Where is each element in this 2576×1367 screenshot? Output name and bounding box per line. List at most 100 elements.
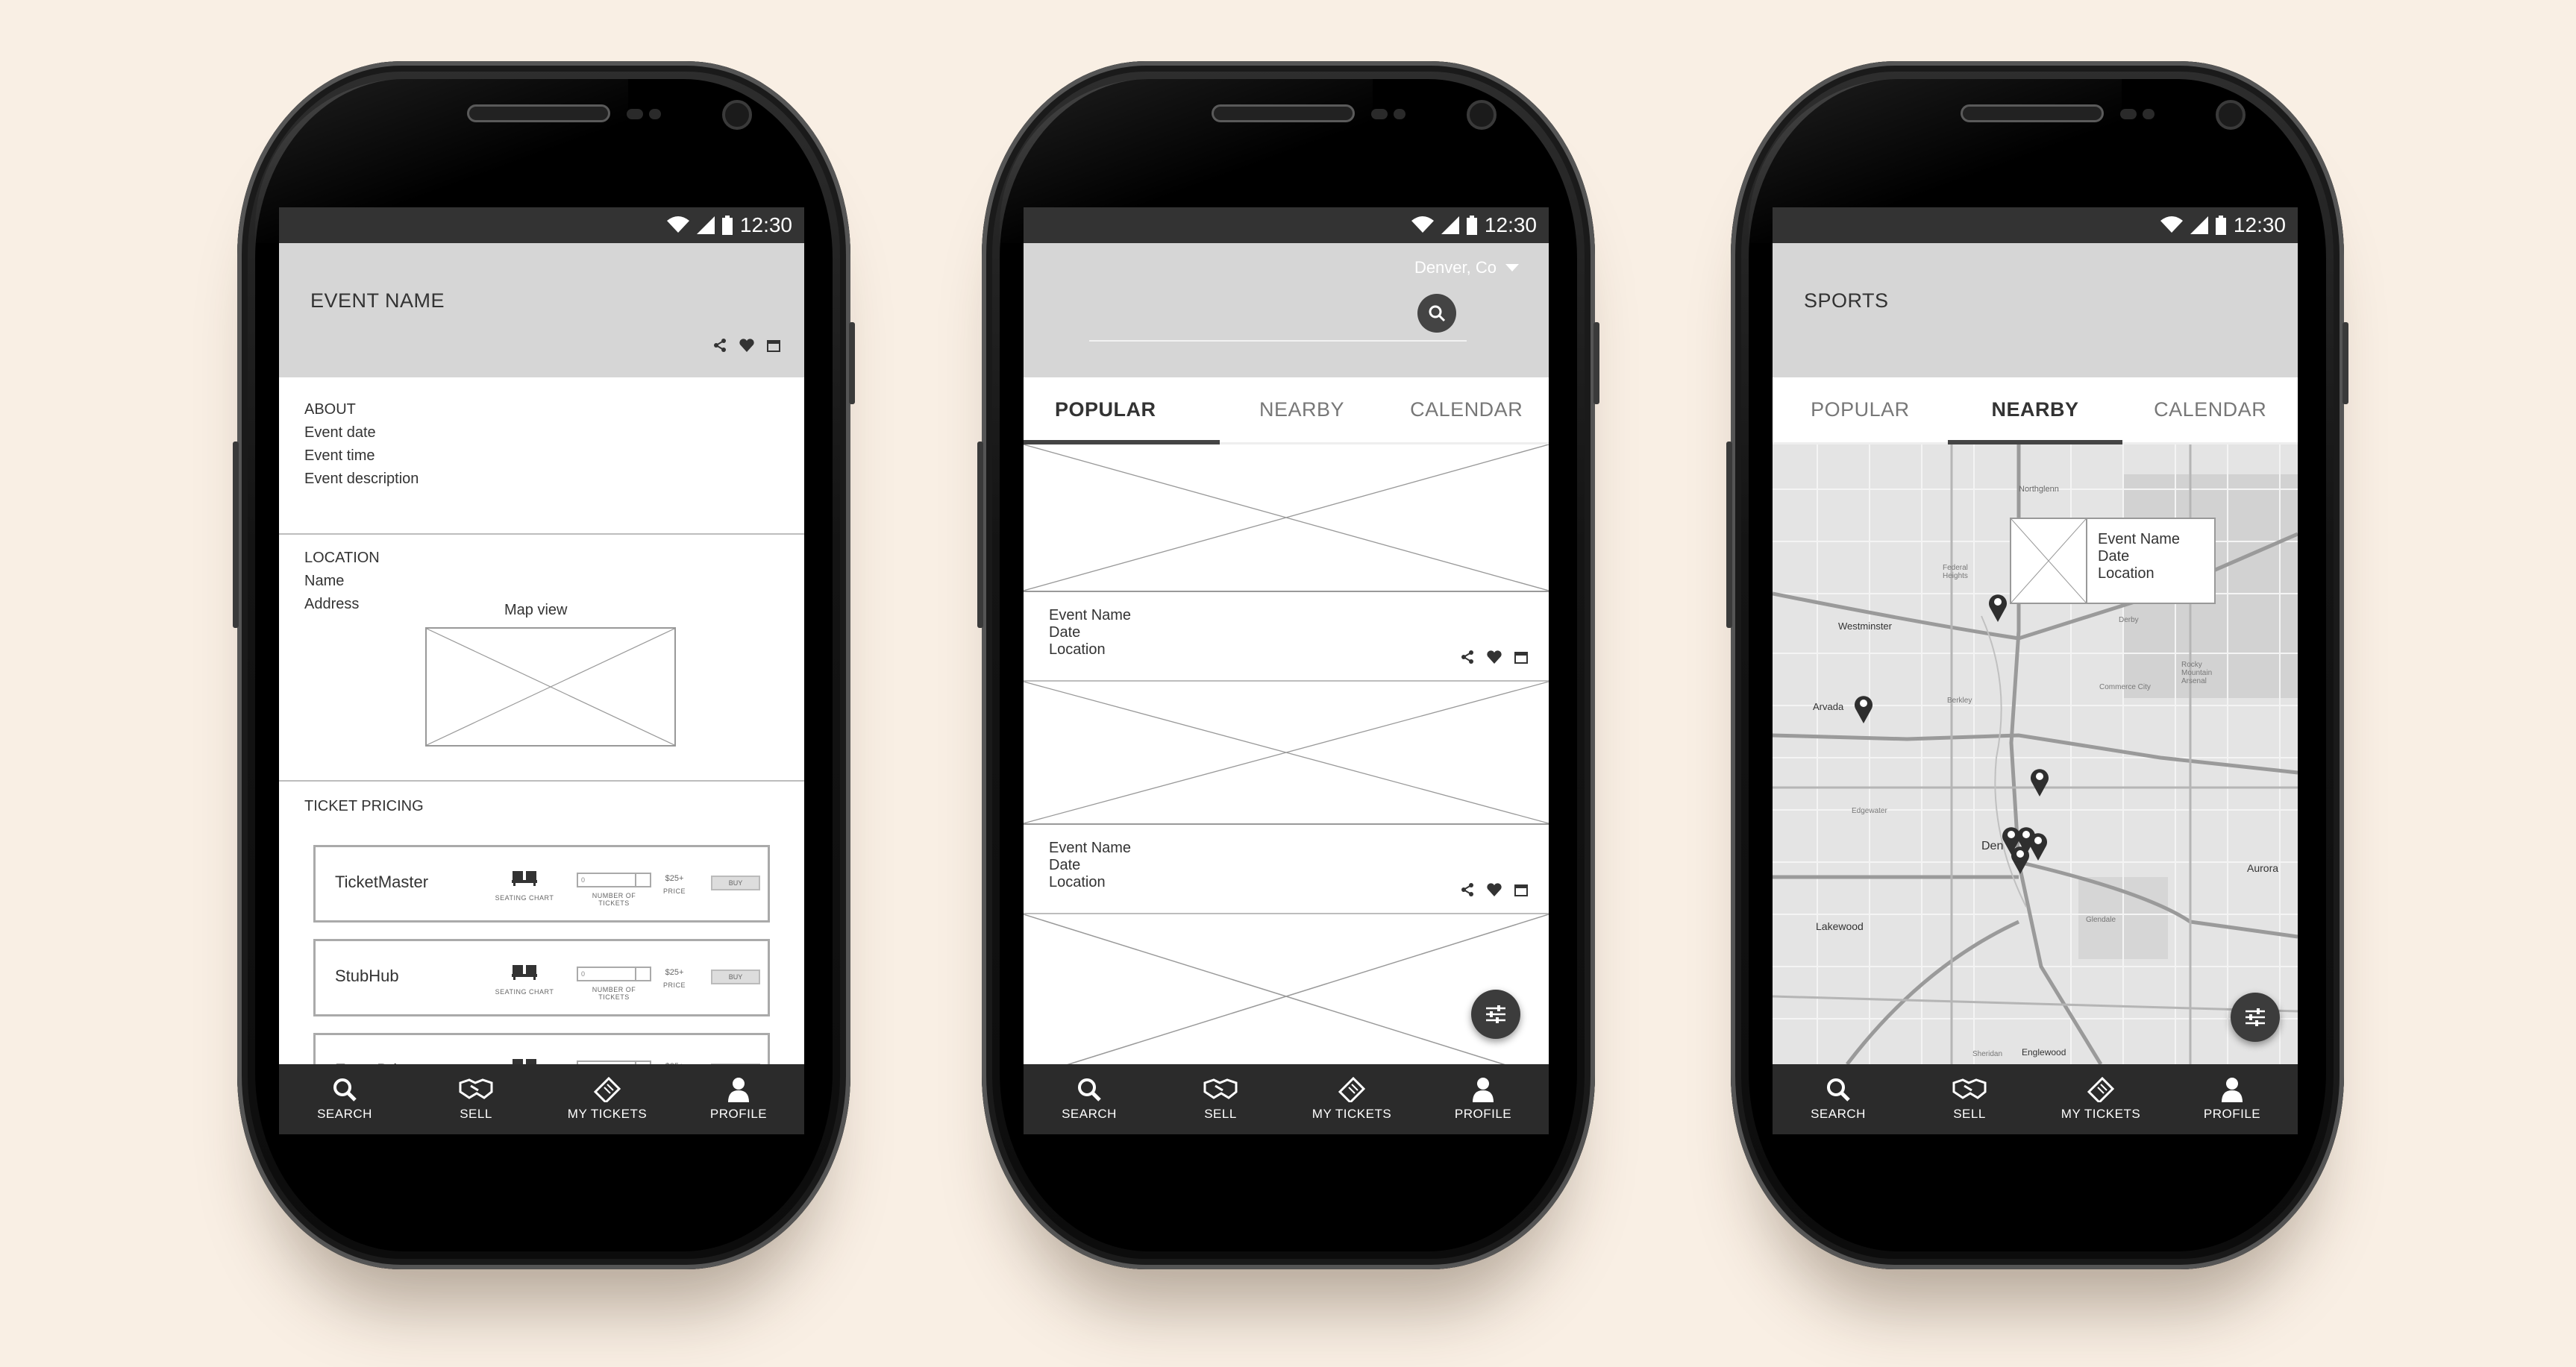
heart-icon[interactable] (739, 337, 755, 353)
speaker (467, 104, 610, 122)
buy-button[interactable]: BUY (711, 876, 760, 890)
tab-calendar[interactable]: CALENDAR (1384, 377, 1549, 442)
ticket-icon (2087, 1077, 2115, 1102)
map-label-derby: Derby (2119, 616, 2139, 624)
nav-profile[interactable]: PROFILE (1427, 1077, 1539, 1122)
event-popup[interactable]: Event Name Date Location (2010, 518, 2216, 604)
event-image-placeholder[interactable] (1024, 444, 1549, 592)
map-label-edgewater: Edgewater (1852, 807, 1887, 815)
nav-profile[interactable]: PROFILE (683, 1077, 795, 1122)
map-pin-icon[interactable] (2010, 844, 2031, 874)
tab-popular[interactable]: POPULAR (1024, 377, 1220, 444)
map-pin-icon[interactable] (2028, 831, 2049, 861)
calendar-icon[interactable] (765, 337, 782, 353)
nav-search[interactable]: SEARCH (1033, 1077, 1145, 1122)
nav-search[interactable]: SEARCH (1782, 1077, 1894, 1122)
ticket-pricing-section: TICKET PRICING TicketMaster SEATING CHAR… (279, 782, 804, 1110)
buy-button[interactable]: BUY (711, 970, 760, 984)
location-selector[interactable]: Denver, Co (1414, 258, 1519, 277)
seat-icon (512, 965, 537, 980)
calendar-icon[interactable] (1513, 882, 1529, 898)
vendor-row[interactable]: StubHub SEATING CHART 0 NUMBER OF TICKET… (313, 939, 770, 1016)
tab-nearby[interactable]: NEARBY (1220, 377, 1385, 442)
ticket-pricing-heading: TICKET PRICING (304, 798, 424, 814)
search-icon (1827, 1078, 1850, 1102)
seating-chart[interactable]: SEATING CHART (487, 964, 562, 996)
share-icon[interactable] (1459, 649, 1476, 665)
map-label-berkley: Berkley (1947, 697, 1972, 705)
search-icon (1078, 1078, 1101, 1102)
filter-button[interactable] (2231, 993, 2280, 1042)
event-name: Event Name (1049, 840, 1132, 856)
event-description: Event description (304, 471, 419, 487)
map-label-denver: Den (1981, 840, 2004, 852)
status-bar: 12:30 (1024, 207, 1549, 243)
nav-my-tickets[interactable]: MY TICKETS (2045, 1077, 2157, 1122)
tab-nearby[interactable]: NEARBY (1947, 377, 2123, 444)
nav-label: SEARCH (1811, 1107, 1866, 1121)
map-pin-icon[interactable] (1853, 694, 1874, 723)
share-icon[interactable] (712, 337, 728, 353)
ticket-quantity[interactable]: 0 NUMBER OF TICKETS (577, 967, 651, 1001)
nav-search[interactable]: SEARCH (289, 1077, 401, 1122)
signal-icon (696, 216, 715, 234)
map-view-label: Map view (504, 602, 568, 618)
tab-bar: POPULAR NEARBY CALENDAR (1024, 377, 1549, 444)
ticket-quantity-label: NUMBER OF TICKETS (592, 892, 636, 907)
vendor-name: StubHub (335, 967, 399, 985)
tab-popular[interactable]: POPULAR (1773, 377, 1948, 442)
person-icon (1473, 1078, 1494, 1102)
wifi-icon (2160, 216, 2183, 233)
share-icon[interactable] (1459, 882, 1476, 898)
event-detail-screen: 12:30 EVENT NAME ABOUT Event date Event … (279, 207, 804, 1134)
nav-sell[interactable]: SELL (1914, 1077, 2025, 1122)
nav-sell[interactable]: SELL (420, 1077, 532, 1122)
location-heading: LOCATION (304, 550, 380, 566)
nav-sell[interactable]: SELL (1165, 1077, 1276, 1122)
event-card[interactable]: Event Name Date Location (1024, 825, 1549, 914)
event-image-placeholder[interactable] (1024, 914, 1549, 1078)
price-label: PRICE (663, 887, 686, 895)
front-camera (1467, 100, 1497, 130)
nav-label: SELL (1953, 1107, 1986, 1121)
search-button[interactable] (1417, 294, 1456, 333)
event-date: Date (1049, 857, 1081, 873)
about-heading: ABOUT (304, 401, 356, 418)
event-actions (1459, 882, 1529, 898)
search-input[interactable] (1089, 340, 1467, 342)
popup-event-location: Location (2098, 565, 2154, 582)
events-list-screen: 12:30 Denver, Co POPULAR NEARBY CALENDAR… (1024, 207, 1549, 1134)
event-actions (712, 337, 782, 353)
ticket-quantity[interactable]: 0 NUMBER OF TICKETS (577, 873, 651, 907)
filter-button[interactable] (1471, 990, 1520, 1039)
nav-label: PROFILE (709, 1107, 768, 1121)
phone-2: 12:30 Denver, Co POPULAR NEARBY CALENDAR… (977, 61, 1599, 1269)
map-pin-icon[interactable] (1987, 592, 2008, 622)
wifi-icon (666, 216, 689, 233)
nav-label: SELL (1204, 1107, 1237, 1121)
nav-label: MY TICKETS (567, 1107, 648, 1121)
nearby-map-screen: 12:30 SPORTS POPULAR NEARBY CALENDAR Nor… (1773, 207, 2298, 1134)
map-label-englewood: Englewood (2022, 1047, 2066, 1058)
heart-icon[interactable] (1486, 882, 1502, 898)
event-card[interactable]: Event Name Date Location (1024, 592, 1549, 682)
calendar-icon[interactable] (1513, 649, 1529, 665)
nav-profile[interactable]: PROFILE (2176, 1077, 2288, 1122)
event-image-placeholder[interactable] (1024, 682, 1549, 825)
vendor-row[interactable]: TicketMaster SEATING CHART 0 NUMBER OF T… (313, 845, 770, 923)
map-view[interactable]: Northglenn Federal Heights Westminster D… (1773, 444, 2298, 1064)
status-time: 12:30 (1484, 213, 1537, 236)
event-name: Event Name (1049, 607, 1132, 623)
sliders-icon (1486, 1005, 1505, 1023)
nav-my-tickets[interactable]: MY TICKETS (551, 1077, 663, 1122)
map-pin-icon[interactable] (2029, 767, 2050, 796)
heart-icon[interactable] (1486, 649, 1502, 665)
seating-chart[interactable]: SEATING CHART (487, 870, 562, 902)
nav-my-tickets[interactable]: MY TICKETS (1296, 1077, 1408, 1122)
tab-calendar[interactable]: CALENDAR (2122, 377, 2298, 442)
map-view-placeholder[interactable] (425, 627, 676, 747)
location-section: LOCATION Name Address Map view (279, 535, 804, 782)
front-camera (2216, 100, 2246, 130)
seating-chart-label: SEATING CHART (495, 988, 554, 996)
status-time: 12:30 (2233, 213, 2286, 236)
